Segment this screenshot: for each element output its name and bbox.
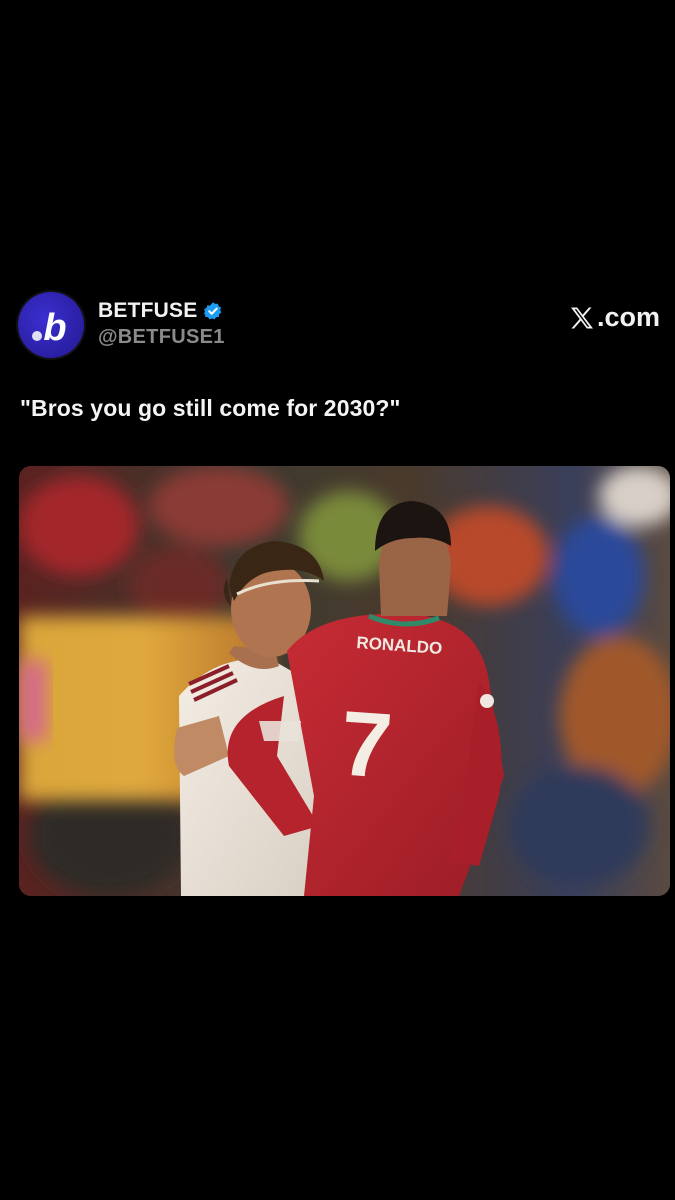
post-text: "Bros you go still come for 2030?" <box>20 395 401 421</box>
author-handle[interactable]: @BETFUSE1 <box>98 326 225 349</box>
source-label: .com <box>596 302 660 332</box>
avatar[interactable]: b <box>18 292 84 358</box>
author-identity: BETFUSE @BETFUSE1 <box>98 298 225 349</box>
screenshot-page: b BETFUSE @BETFUSE1 .com "Bros you go st… <box>0 0 675 1200</box>
jersey-number: 7 <box>337 692 395 797</box>
betfuse-logo-icon: b <box>32 307 67 349</box>
source-mark: .com <box>569 302 660 333</box>
post-header: b BETFUSE @BETFUSE1 .com <box>18 290 660 360</box>
avatar-letter: b <box>43 307 66 349</box>
post-photo[interactable]: RONALDO 7 <box>19 466 670 896</box>
x-logo-icon <box>570 307 593 328</box>
display-name[interactable]: BETFUSE <box>98 299 197 323</box>
match-photo: RONALDO 7 <box>19 466 670 896</box>
verified-badge-icon <box>204 302 222 320</box>
name-row: BETFUSE <box>98 298 225 324</box>
